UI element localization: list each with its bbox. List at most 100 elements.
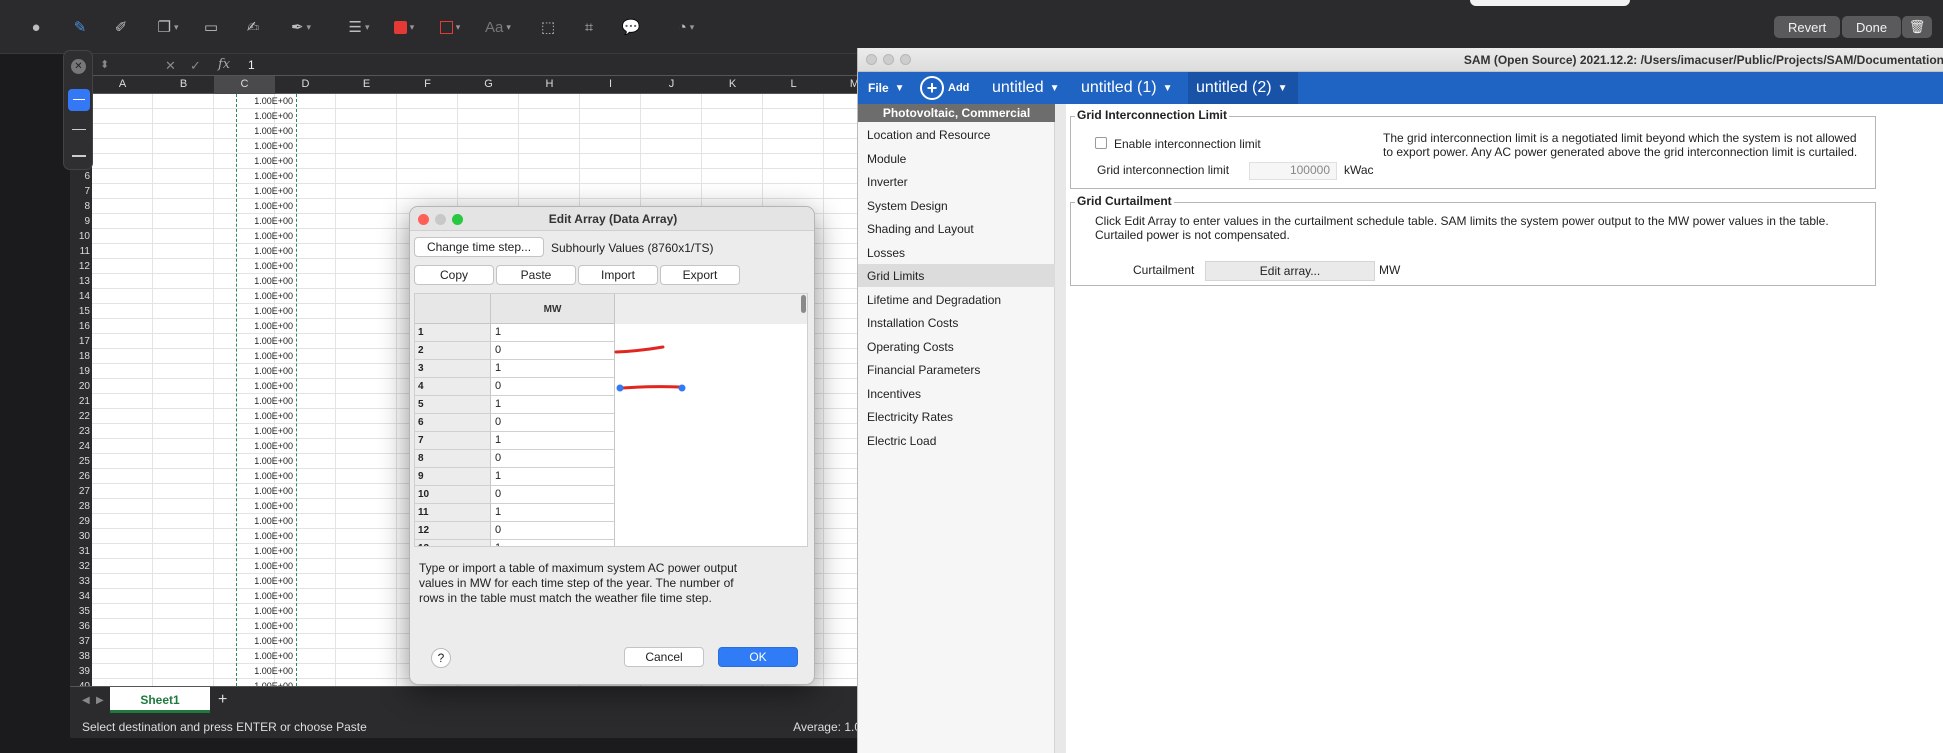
pen-width-thin[interactable] xyxy=(68,89,90,111)
cell-value[interactable]: 1.00E+00 xyxy=(254,321,293,331)
cell-value[interactable]: 1.00E+00 xyxy=(254,486,293,496)
row-header[interactable]: 35 xyxy=(70,606,90,617)
close-icon[interactable]: ● xyxy=(26,15,46,39)
sam-zoom-icon[interactable] xyxy=(900,54,911,65)
sketch-icon[interactable]: ✐ xyxy=(108,15,134,39)
function-icon[interactable]: fx xyxy=(218,57,230,72)
import-button[interactable]: Import xyxy=(578,265,658,285)
cell-value[interactable]: 1.00E+00 xyxy=(254,621,293,631)
row-header[interactable]: 32 xyxy=(70,561,90,572)
cell-value[interactable]: 1.00E+00 xyxy=(254,351,293,361)
cell-value[interactable]: 1.00E+00 xyxy=(254,111,293,121)
row-header[interactable]: 11 xyxy=(70,246,90,257)
row-value[interactable]: 0 xyxy=(491,522,615,540)
prev-sheet-icon[interactable]: ◀ xyxy=(82,695,90,706)
row-value[interactable]: 1 xyxy=(491,540,615,546)
row-value[interactable]: 0 xyxy=(491,450,615,468)
row-header[interactable]: 31 xyxy=(70,546,90,557)
annotate-icon[interactable]: 💬 xyxy=(620,15,642,39)
case-tab-1[interactable]: untitled (1) ▼ xyxy=(1081,72,1173,104)
shapes-icon[interactable]: ❐ ▾ xyxy=(152,15,184,39)
pen-width-thick[interactable] xyxy=(72,155,86,157)
table-row[interactable]: 60 xyxy=(415,414,615,432)
row-value[interactable]: 1 xyxy=(491,396,615,414)
row-header[interactable]: 7 xyxy=(70,186,90,197)
sidebar-item-financial-parameters[interactable]: Financial Parameters xyxy=(858,358,1055,381)
cell-value[interactable]: 1.00E+00 xyxy=(254,216,293,226)
row-header[interactable]: 39 xyxy=(70,666,90,677)
cell-value[interactable]: 1.00E+00 xyxy=(254,381,293,391)
row-header[interactable]: 20 xyxy=(70,381,90,392)
cell-value[interactable]: 1.00E+00 xyxy=(254,306,293,316)
row-header[interactable]: 36 xyxy=(70,621,90,632)
copy-button[interactable]: Copy xyxy=(414,265,494,285)
sidebar-item-incentives[interactable]: Incentives xyxy=(858,382,1055,405)
cell-value[interactable]: 1.00E+00 xyxy=(254,606,293,616)
cell-value[interactable]: 1.00E+00 xyxy=(254,156,293,166)
case-tab-2[interactable]: untitled (2) ▼ xyxy=(1188,72,1298,104)
data-array-table[interactable]: MW 112031405160718091100111120131 xyxy=(414,293,808,547)
row-value[interactable]: 1 xyxy=(491,324,615,342)
sidebar-item-installation-costs[interactable]: Installation Costs xyxy=(858,311,1055,334)
cell-value[interactable]: 1.00E+00 xyxy=(254,336,293,346)
table-row[interactable]: 91 xyxy=(415,468,615,486)
table-row[interactable]: 10 0 xyxy=(415,486,615,504)
table-row[interactable]: 11 xyxy=(415,324,615,342)
fill-color-icon[interactable]: ▾ xyxy=(434,15,466,39)
highlight-icon[interactable]: ✍ xyxy=(242,15,264,39)
table-row[interactable]: 51 xyxy=(415,396,615,414)
next-sheet-icon[interactable]: ▶ xyxy=(96,695,104,706)
cell-value[interactable]: 1.00E+00 xyxy=(254,441,293,451)
row-header[interactable]: 13 xyxy=(70,276,90,287)
cell-value[interactable]: 1.00E+00 xyxy=(254,531,293,541)
limit-input[interactable]: 100000 xyxy=(1249,162,1337,180)
table-row[interactable]: 80 xyxy=(415,450,615,468)
sidebar-item-location-and-resource[interactable]: Location and Resource xyxy=(858,123,1055,146)
column-header-h[interactable]: H xyxy=(519,78,580,90)
column-header-i[interactable]: I xyxy=(580,78,641,90)
sidebar-item-lifetime-and-degradation[interactable]: Lifetime and Degradation xyxy=(858,288,1055,311)
column-header-l[interactable]: L xyxy=(763,78,824,90)
sidebar-item-system-design[interactable]: System Design xyxy=(858,194,1055,217)
row-header[interactable]: 26 xyxy=(70,471,90,482)
name-box-stepper-icon[interactable]: ⬍ xyxy=(100,58,109,71)
cell-value[interactable]: 1.00E+00 xyxy=(254,246,293,256)
cell-value[interactable]: 1.00E+00 xyxy=(254,96,293,106)
paste-button[interactable]: Paste xyxy=(496,265,576,285)
close-popover-icon[interactable]: ✕ xyxy=(71,59,86,74)
cell-value[interactable]: 1.00E+00 xyxy=(254,591,293,601)
auto-fill-icon[interactable]: ◔ ▾ xyxy=(668,15,704,39)
cell-value[interactable]: 1.00E+00 xyxy=(254,171,293,181)
row-header[interactable]: 37 xyxy=(70,636,90,647)
edit-array-button[interactable]: Edit array... xyxy=(1205,261,1375,281)
column-header-k[interactable]: K xyxy=(702,78,763,90)
change-time-step-button[interactable]: Change time step... xyxy=(414,237,544,257)
cell-value[interactable]: 1.00E+00 xyxy=(254,666,293,676)
row-header[interactable]: 14 xyxy=(70,291,90,302)
sam-close-icon[interactable] xyxy=(866,54,877,65)
column-header-j[interactable]: J xyxy=(641,78,702,90)
column-header-a[interactable]: A xyxy=(92,78,153,90)
row-value[interactable]: 1 xyxy=(491,504,615,522)
crop-icon[interactable]: ⌗ xyxy=(578,15,600,39)
cancel-formula-icon[interactable]: ✕ xyxy=(165,58,176,74)
line-style-icon[interactable]: ☰ ▾ xyxy=(344,15,374,39)
case-tab-0[interactable]: untitled ▼ xyxy=(992,72,1060,104)
done-button[interactable]: Done xyxy=(1842,16,1902,38)
file-menu[interactable]: File ▼ xyxy=(868,72,905,104)
cell-value[interactable]: 1.00E+00 xyxy=(254,651,293,661)
table-row[interactable]: 11 1 xyxy=(415,504,615,522)
help-button[interactable]: ? xyxy=(431,648,451,668)
cell-value[interactable]: 1.00E+00 xyxy=(254,636,293,646)
column-header-f[interactable]: F xyxy=(397,78,458,90)
row-header[interactable]: 30 xyxy=(70,531,90,542)
cell-value[interactable]: 1.00E+00 xyxy=(254,276,293,286)
row-header[interactable]: 28 xyxy=(70,501,90,512)
table-row[interactable]: 20 xyxy=(415,342,615,360)
cell-value[interactable]: 1.00E+00 xyxy=(254,231,293,241)
cell-value[interactable]: 1.00E+00 xyxy=(254,471,293,481)
column-header-c[interactable]: C xyxy=(214,76,275,94)
trash-icon[interactable]: 🗑 xyxy=(1902,16,1932,38)
signature-icon[interactable]: ✒ ▾ xyxy=(282,15,320,39)
cell-value[interactable]: 1.00E+00 xyxy=(254,576,293,586)
